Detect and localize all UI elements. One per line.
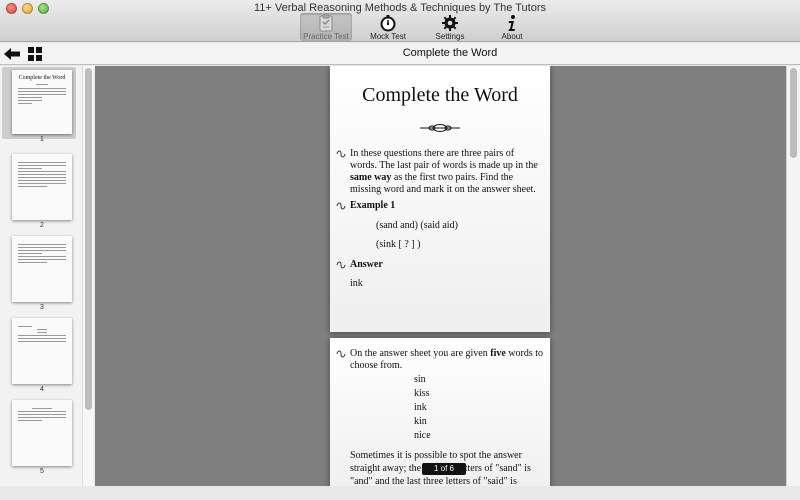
thumbnail-page-3[interactable]: 3 [6, 236, 78, 311]
choice-item: kiss [414, 388, 430, 399]
practice-test-icon [317, 14, 335, 32]
choices-bullet: On the answer sheet you are given five w… [336, 348, 546, 372]
page2-intro-line-1: On the answer sheet you are given five w… [350, 348, 544, 359]
example-heading: Example 1 [350, 200, 396, 211]
intro-line-1: In these questions there are three pairs… [350, 148, 515, 159]
thumbnail-image [12, 236, 72, 302]
thumbnail-image [12, 400, 72, 466]
choice-item: ink [414, 402, 427, 413]
document-scrollbar-thumb[interactable] [790, 68, 797, 158]
bullet-flourish-icon [336, 202, 346, 210]
settings-button[interactable]: Settings [424, 13, 476, 41]
outro-line-1: Sometimes it is possible to spot the ans… [350, 450, 522, 461]
mock-test-label: Mock Test [370, 32, 406, 41]
thumbnail-number: 5 [40, 468, 44, 475]
choice-item: kin [414, 416, 427, 427]
thumbnail-number: 3 [40, 304, 44, 311]
document-page-1: Complete the Word In these questions the… [330, 66, 550, 332]
thumbnail-image: Complete the Word [12, 70, 72, 134]
thumbnail-page-2[interactable]: 2 [6, 154, 78, 229]
thumbnail-image [12, 318, 72, 384]
gear-icon [441, 14, 459, 32]
document-scrollbar[interactable] [786, 66, 800, 486]
outro-line-3: "and" and the last three letters of "sai… [350, 476, 517, 486]
sidebar-scrollbar[interactable] [82, 66, 94, 486]
thumbnail-list: Complete the Word 1 2 3 4 5 [0, 66, 82, 486]
choice-item: sin [414, 374, 426, 385]
page-title: Complete the Word [402, 47, 498, 59]
practice-test-button[interactable]: Practice Test [300, 13, 352, 41]
mock-test-button[interactable]: Mock Test [362, 13, 414, 41]
intro-line-2: words. The last pair of words is made up… [350, 160, 538, 171]
choice-item: nice [414, 430, 431, 441]
flourish-ornament-icon [420, 124, 460, 132]
bullet-flourish-icon [336, 150, 346, 158]
thumbnail-page-1[interactable]: Complete the Word 1 [6, 70, 78, 143]
example-bullet: Example 1 [336, 200, 395, 212]
toolbar: Practice Test Mock Test Settings About [300, 13, 538, 41]
info-icon [503, 14, 521, 32]
thumbnail-sidebar: Complete the Word 1 2 3 4 5 [0, 66, 94, 486]
example-line-1: (sand and) (said aid) [376, 220, 458, 231]
page-indicator: 1 of 6 [422, 463, 466, 475]
sidebar-scrollbar-thumb[interactable] [85, 68, 92, 410]
document-view[interactable]: Complete the Word In these questions the… [95, 66, 786, 486]
thumbnail-title: Complete the Word [18, 75, 66, 81]
bullet-flourish-icon [336, 350, 346, 358]
about-button[interactable]: About [486, 13, 538, 41]
nav-bar: Complete the Word [0, 43, 800, 65]
thumbnail-image [12, 154, 72, 220]
practice-test-label: Practice Test [303, 32, 349, 41]
answer-heading: Answer [350, 259, 383, 270]
thumbnail-number: 1 [40, 136, 44, 143]
thumbnail-number: 4 [40, 386, 44, 393]
answer-bullet: Answer [336, 259, 383, 271]
intro-line-3: same way as the first two pairs. Find th… [350, 172, 514, 183]
thumbnail-page-4[interactable]: 4 [6, 318, 78, 393]
thumbnail-page-5[interactable]: 5 [6, 400, 78, 475]
example-line-2: (sink [ ? ] ) [376, 239, 421, 250]
settings-label: Settings [435, 32, 465, 41]
document-page-title: Complete the Word [362, 84, 518, 106]
about-label: About [501, 32, 523, 41]
stopwatch-icon [379, 14, 397, 32]
page2-intro-line-2: choose from. [350, 360, 403, 371]
title-bar: 11+ Verbal Reasoning Methods & Technique… [0, 0, 800, 42]
answer-value: ink [350, 278, 363, 289]
thumbnail-number: 2 [40, 222, 44, 229]
intro-bullet: In these questions there are three pairs… [336, 148, 546, 196]
bullet-flourish-icon [336, 261, 346, 269]
intro-line-4: missing word and mark it on the answer s… [350, 184, 536, 195]
